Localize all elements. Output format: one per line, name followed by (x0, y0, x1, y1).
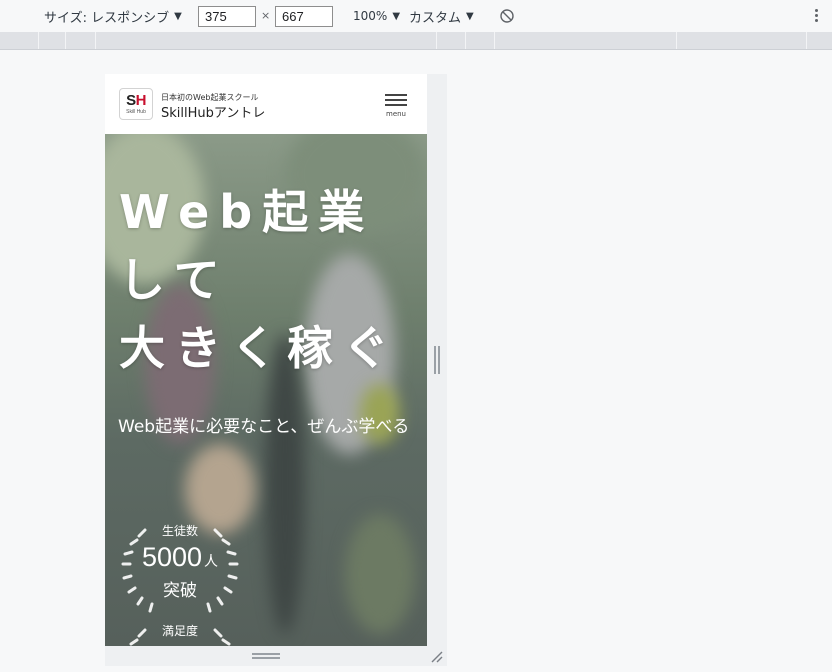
device-viewport: SH Skill Hub 日本初のWeb起業スクール SkillHubアントレ … (105, 74, 427, 646)
height-input[interactable] (275, 6, 333, 27)
resize-grip-icon[interactable] (252, 653, 280, 659)
dropdown-arrow-icon: ▼ (174, 10, 182, 22)
hero-title: Web起業 して 大きく稼ぐ (119, 178, 399, 382)
satisfaction-badge: 満足度 (117, 612, 243, 646)
hero-title-line: Web起業 (119, 185, 375, 239)
badge-sub: 突破 (163, 581, 197, 601)
hero-subtitle: Web起業に必要なこと、ぜんぶ学べる (118, 417, 410, 437)
resize-grip-icon[interactable] (434, 346, 440, 374)
dimension-separator: × (261, 9, 271, 22)
badge-number: 5000 人 (117, 542, 243, 573)
dropdown-arrow-icon: ▼ (392, 10, 401, 22)
media-query-ruler[interactable] (0, 32, 832, 50)
hero-title-line: して (119, 253, 230, 307)
logo-small-text: Skill Hub (126, 109, 146, 115)
more-options-icon[interactable] (814, 8, 818, 24)
site-brand-name[interactable]: SkillHubアントレ (161, 102, 265, 121)
zoom-label: 100% (353, 9, 388, 23)
hero-title-line: 大きく稼ぐ (119, 321, 399, 375)
logo-letter-h: H (135, 92, 147, 109)
device-size-label: サイズ: レスポンシブ (44, 10, 170, 26)
devtools-toolbar: サイズ: レスポンシブ ▼ × 100% ▼ カスタム ▼ (0, 0, 832, 32)
logo-letter-s: S (126, 92, 136, 109)
throttle-dropdown[interactable]: カスタム ▼ (409, 0, 474, 32)
width-input[interactable] (198, 6, 256, 27)
throttle-label: カスタム (409, 10, 462, 26)
badge-label: 生徒数 (161, 524, 198, 538)
zoom-dropdown[interactable]: 100% ▼ (353, 0, 400, 32)
corner-resize-icon[interactable] (430, 650, 443, 663)
badge-label: 満足度 (161, 624, 198, 638)
device-size-dropdown[interactable]: サイズ: レスポンシブ ▼ (44, 0, 182, 32)
rotate-disabled-icon[interactable] (499, 8, 515, 24)
students-badge: 生徒数 5000 人 突破 (117, 512, 243, 616)
site-header: SH Skill Hub 日本初のWeb起業スクール SkillHubアントレ … (105, 74, 427, 134)
menu-label[interactable]: menu (385, 110, 407, 118)
dropdown-arrow-icon: ▼ (466, 10, 474, 22)
hero-section: Web起業 して 大きく稼ぐ Web起業に必要なこと、ぜんぶ学べる 生徒数 50… (105, 134, 427, 646)
site-logo[interactable]: SH Skill Hub (119, 88, 153, 120)
student-unit: 人 (204, 553, 219, 569)
hero-bg-blob (345, 514, 415, 634)
student-count: 5000 (141, 542, 203, 572)
